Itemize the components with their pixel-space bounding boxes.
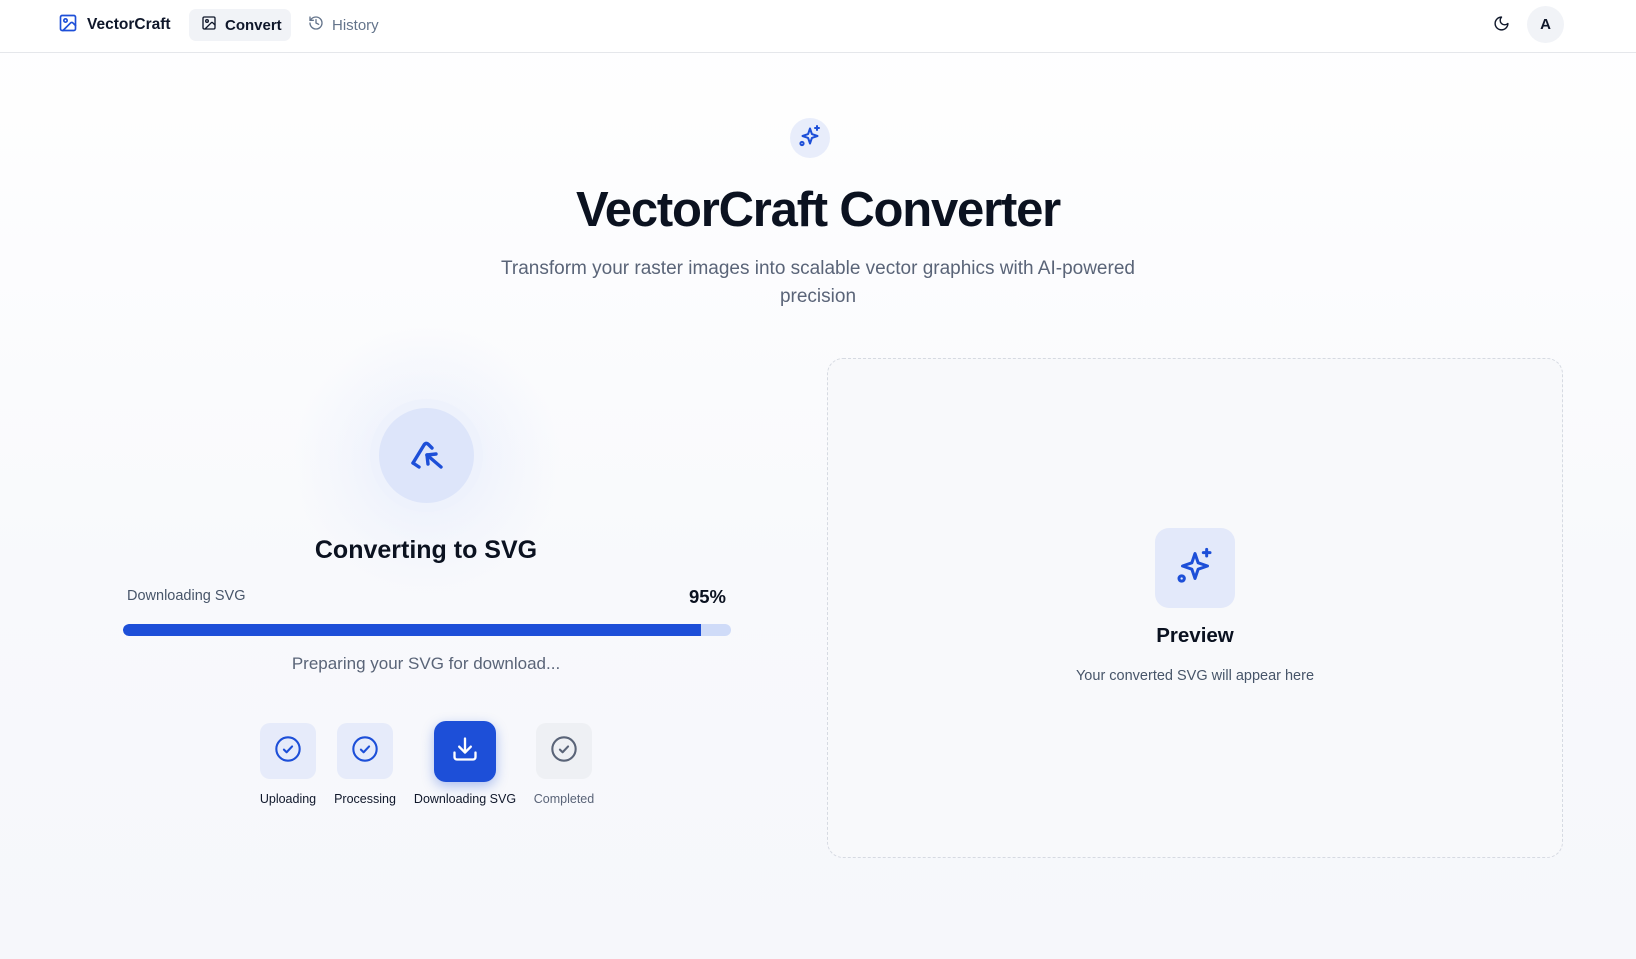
avatar[interactable]: A (1527, 6, 1564, 43)
check-circle-icon (274, 735, 302, 768)
hero-badge (790, 118, 830, 158)
sparkles-icon (798, 124, 822, 153)
preview-subtitle: Your converted SVG will appear here (1075, 668, 1315, 684)
progress-percent: 95% (688, 586, 726, 607)
page-title: VectorCraft Converter (575, 183, 1061, 237)
step-downloading[interactable] (434, 721, 496, 782)
step-processing[interactable] (337, 723, 393, 779)
vector-pen-icon (403, 429, 451, 482)
tab-convert[interactable]: Convert (189, 9, 291, 41)
check-circle-icon (550, 735, 578, 768)
progress-status: Preparing your SVG for download... (291, 654, 561, 673)
progress-stage-label: Downloading SVG (127, 588, 246, 604)
top-nav: VectorCraft Convert History A (0, 0, 1636, 53)
tab-convert-label: Convert (225, 16, 282, 34)
image-icon (58, 13, 78, 38)
theme-toggle-button[interactable] (1488, 13, 1514, 39)
history-icon (308, 15, 324, 35)
progress-bar-fill (123, 624, 701, 636)
progress-bar (123, 624, 731, 636)
brand-name: VectorCraft (87, 16, 171, 33)
preview-title: Preview (1156, 624, 1234, 647)
tab-history-label: History (332, 16, 379, 34)
preview-icon-badge (1155, 528, 1235, 608)
progress-title: Converting to SVG (314, 536, 538, 564)
tab-history[interactable]: History (296, 9, 386, 41)
step-completed[interactable] (536, 723, 592, 779)
progress-icon-badge (379, 408, 474, 503)
download-icon (451, 735, 479, 768)
sparkles-icon (1175, 546, 1215, 591)
image-icon (201, 15, 217, 35)
brand-logo[interactable]: VectorCraft (58, 13, 171, 37)
preview-card (827, 358, 1563, 858)
step-completed-label: Completed (533, 792, 595, 806)
page-subtitle: Transform your raster images into scalab… (501, 258, 1135, 307)
check-circle-icon (351, 735, 379, 768)
moon-icon (1493, 15, 1510, 37)
step-uploading[interactable] (260, 723, 316, 779)
